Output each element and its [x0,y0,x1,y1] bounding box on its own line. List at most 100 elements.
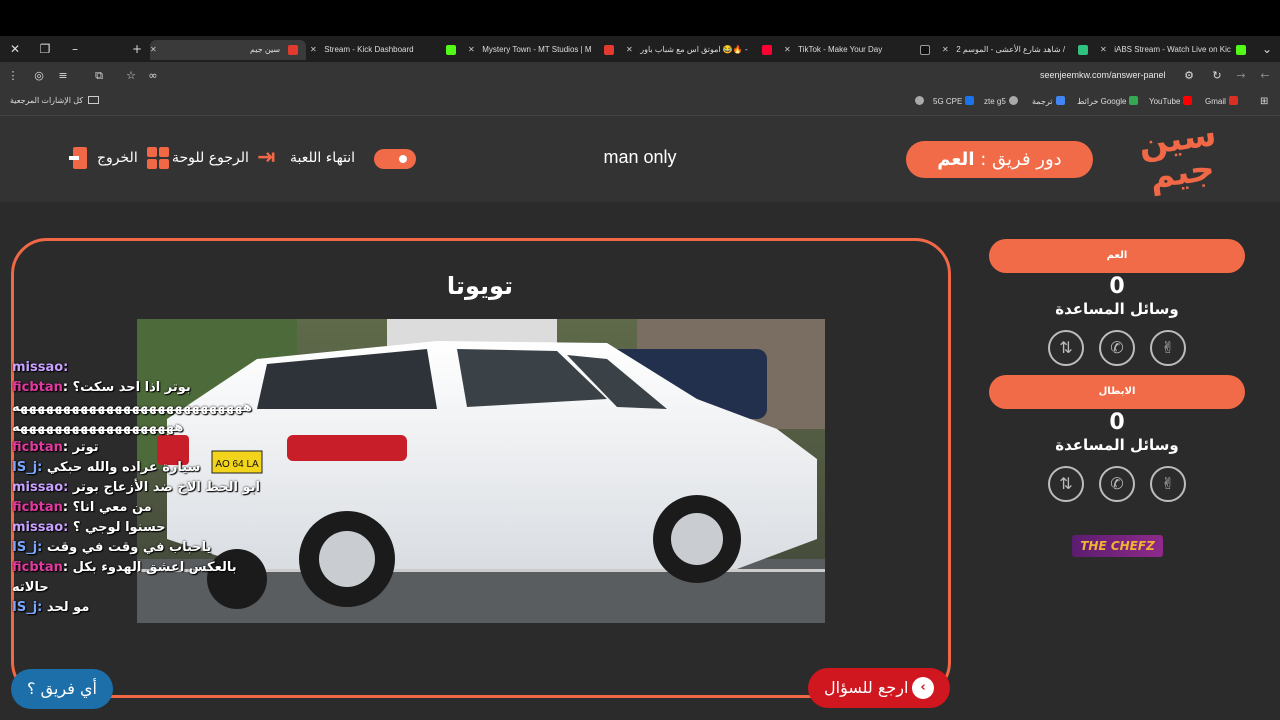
two-answers-aid-icon[interactable]: ✌ [1150,330,1186,366]
close-tab-icon[interactable]: ✕ [784,40,796,60]
back-to-question-label: ارجع للسؤال [824,678,909,697]
reload-icon[interactable]: ↻ [1208,67,1226,85]
chat-text: ياحباب في وقت في وقت [42,540,212,555]
team-1-aids-title: وسائل المساعدة [1055,300,1179,318]
bookmark-star-icon[interactable]: ☆ [122,67,140,85]
tab-search-icon[interactable]: ⌄ [1258,40,1276,58]
sponsor-part-a: THE [1080,539,1111,553]
chat-username: IS_j: [12,540,43,555]
sponsor-logo: THE CHEFZ [1072,535,1163,557]
chat-text: : من معي انا؟ [62,500,152,515]
bookmark-translate[interactable]: ترجمة [1032,96,1065,106]
bookmark-label: خرائط Google [1077,97,1127,106]
seenjeem-favicon-icon [288,45,298,55]
chat-text: هههههههههههههههههههه [12,420,184,435]
chat-text: : توتر [62,440,99,455]
tab-title: Stream - Kick Dashboard [324,45,414,54]
answer-title: تويوتا [446,272,514,300]
tab-title: سين جيم [250,45,281,54]
chat-text: سيارة عراده والله حبكي [42,460,201,475]
bookmark-label: 5G CPE [933,97,963,106]
exit-door-icon [69,147,91,169]
call-friend-aid-icon[interactable]: ✆ [1099,330,1135,366]
tab-kick-dashboard[interactable]: ✕ Stream - Kick Dashboard [310,40,460,60]
restore-window-icon[interactable]: ❐ [36,40,54,58]
tab-youtube-video[interactable]: ✕ اموتق اس مع شباب باور 😂🔥 - [626,40,776,60]
chat-username: IS_j: [12,460,43,475]
tab-seenjeem[interactable]: ✕ سين جيم [150,40,306,60]
tab-title: TikTok - Make Your Day [798,45,883,54]
youtube-favicon-icon [762,45,772,55]
close-tab-icon[interactable]: ✕ [310,40,322,60]
chat-username: missao: [12,480,69,495]
end-game-label[interactable]: انتهاء اللعبة [290,150,355,166]
board-grid-icon [147,147,169,169]
folder-icon [88,96,100,104]
chat-text: حالاته [12,580,49,595]
team-turn-indicator: دور فريق : العم [906,141,1093,178]
close-window-icon[interactable]: ✕ [6,40,24,58]
turn-team-name: العم [937,149,975,170]
seenjeem-logo[interactable]: سين جيم [1133,114,1226,200]
new-tab-icon[interactable]: + [128,40,146,58]
swap-question-aid-icon[interactable]: ⇅ [1048,466,1084,502]
call-friend-aid-icon[interactable]: ✆ [1099,466,1135,502]
chat-message: ficbtan: بوتر اذا احد سكت؟ [12,378,274,398]
exit-link[interactable]: الخروج [97,150,138,166]
bookmark-youtube[interactable]: YouTube [1149,96,1193,106]
screen-top-bar [0,0,1280,36]
forward-icon[interactable]: → [1232,67,1250,85]
chat-message: ficbtan: بالعكس اعشق الهدوء بكل [12,558,274,578]
tab-mystery-town[interactable]: ✕ Mystery Town - MT Studios | M [468,40,618,60]
chevron-left-icon: ‹ [912,677,934,699]
chat-text: : بوتر اذا احد سكت؟ [62,380,191,395]
extensions-icon[interactable]: ⧉ [90,67,108,85]
chat-message: ficbtan: من معي انا؟ [12,498,274,518]
bookmark-zte[interactable]: zte g5 [984,96,1018,106]
media-controls-icon[interactable]: ≡ [54,67,72,85]
chat-text: هههههههههههههههههههههههههههه [12,400,253,415]
tab-title: شاهد شارع الأعشى - الموسم 2 / [956,45,1066,54]
site-settings-icon[interactable]: ⚙ [1180,67,1198,85]
tab-iabs-stream[interactable]: ✕ iABS Stream - Watch Live on Kic [1100,40,1250,60]
address-bar[interactable]: seenjeemkw.com/answer-panel [1040,70,1166,80]
chat-message: حالاته [12,578,274,598]
profile-icon[interactable]: ◎ [30,67,48,85]
minimize-window-icon[interactable]: – [66,40,84,58]
chat-message: هههههههههههههههههههههههههههه [12,398,274,418]
swap-question-aid-icon[interactable]: ⇅ [1048,330,1084,366]
chat-message: IS_j: مو لحد [12,598,274,618]
close-tab-icon[interactable]: ✕ [1100,40,1112,60]
cpe-icon [965,96,975,105]
gmail-icon [1228,96,1238,105]
bookmark-google-maps[interactable]: خرائط Google [1077,96,1139,106]
apps-grid-icon[interactable]: ⊞ [1260,96,1268,107]
close-tab-icon[interactable]: ✕ [942,40,954,60]
tab-tiktok[interactable]: ✕ TikTok - Make Your Day [784,40,934,60]
which-team-button[interactable]: أي فريق ؟ [11,669,113,709]
bookmark-gmail[interactable]: Gmail [1205,96,1238,106]
bookmarks-folder[interactable]: كل الإشارات المرجعية [10,96,100,105]
chat-message: IS_j: سيارة عراده والله حبكي [12,458,274,478]
chat-text: مو لحد [42,600,90,615]
team-2-score: 0 [1109,410,1125,435]
toggle-knob [396,152,410,166]
team-2-aids-title: وسائل المساعدة [1055,436,1179,454]
kick-favicon-icon [1236,45,1246,55]
incognito-icon[interactable]: ∞ [144,67,162,85]
close-tab-icon[interactable]: ✕ [468,40,480,60]
two-answers-aid-icon[interactable]: ✌ [1150,466,1186,502]
tab-shahid[interactable]: ✕ شاهد شارع الأعشى - الموسم 2 / [942,40,1092,60]
bookmark-label: ترجمة [1032,97,1053,106]
back-to-question-button[interactable]: ارجع للسؤال ‹ [808,668,950,708]
bookmark-globe[interactable] [912,96,924,106]
menu-icon[interactable]: ⋮ [4,67,22,85]
end-game-toggle[interactable] [374,149,416,169]
close-tab-icon[interactable]: ✕ [150,40,162,60]
bookmark-5g-cpe[interactable]: 5G CPE [933,96,975,106]
shahid-favicon-icon [1078,45,1088,55]
back-icon[interactable]: ← [1256,67,1274,85]
back-to-board-link[interactable]: الرجوع للوحة [172,150,249,166]
chat-text: : بالعكس اعشق الهدوء بكل [62,560,237,575]
close-tab-icon[interactable]: ✕ [626,40,638,60]
